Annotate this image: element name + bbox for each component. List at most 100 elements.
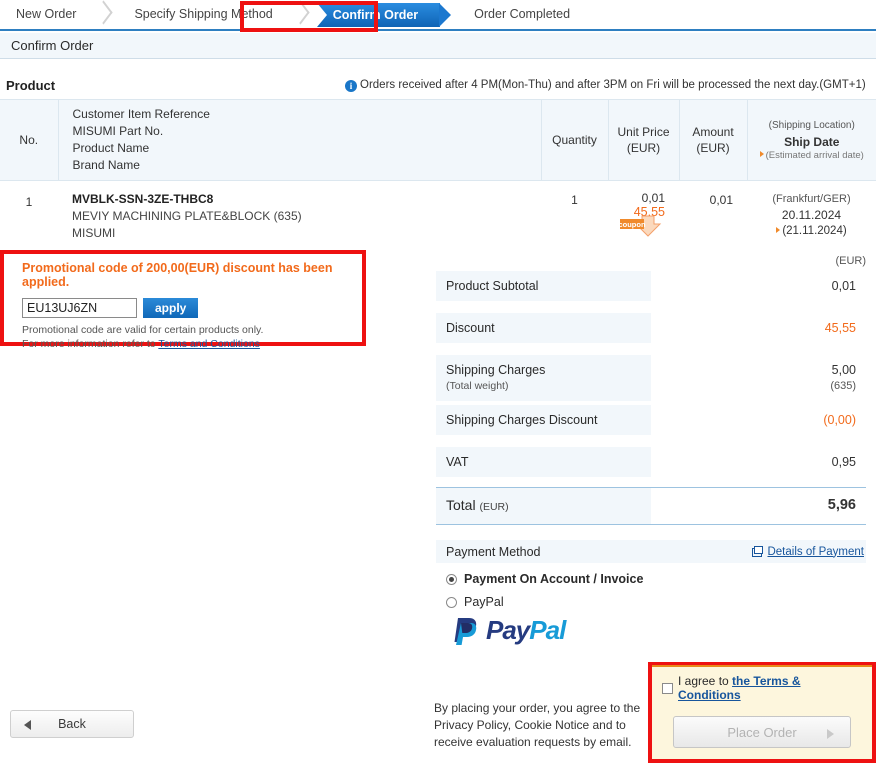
place-order-button[interactable]: Place Order (673, 716, 851, 748)
header-misumi-part-no: MISUMI Part No. (72, 124, 164, 138)
summary-row-vat: VAT 0,95 (436, 447, 866, 477)
step-confirm-order[interactable]: Confirm Order (316, 2, 452, 27)
radio-paypal-icon[interactable] (446, 596, 457, 608)
terms-and-conditions-link[interactable]: Terms and Conditions (158, 338, 260, 350)
summary-value: 0,95 (831, 455, 856, 469)
summary-value: 5,00 (635) (651, 355, 866, 401)
processing-notice: i Orders received after 4 PM(Mon-Thu) and… (345, 79, 866, 92)
summary-value: 0,01 (831, 279, 856, 293)
row-quantity: 1 (571, 193, 578, 207)
summary-row-shipping-charges-discount: Shipping Charges Discount (0,00) (436, 405, 866, 435)
header-unit-price: Unit Price (EUR) (607, 99, 679, 181)
step-label: Confirm Order (332, 7, 419, 22)
summary-sublabel: (Total weight) (446, 380, 509, 392)
row-estimated-arrival-text: (21.11.2024) (782, 225, 847, 237)
summary-currency-header: (EUR) (835, 255, 866, 267)
arrow-right-icon (827, 729, 834, 739)
step-new-order[interactable]: New Order (0, 2, 92, 27)
promo-applied-message: Promotional code of 200,00(EUR) discount… (22, 261, 333, 289)
step-label: Order Completed (474, 7, 571, 21)
row-ship-date-value: 20.11.2024 (781, 208, 842, 222)
back-button-label: Back (58, 717, 86, 731)
summary-row-discount: Discount 45,55 (436, 313, 866, 343)
row-part-no: MVBLK-SSN-3ZE-THBC8 (72, 192, 214, 206)
table-row: 1 MVBLK-SSN-3ZE-THBC8 MEVIY MACHINING PL… (0, 181, 876, 253)
page-title-bar: Confirm Order (0, 33, 876, 59)
summary-row-total: Total (EUR) 5,96 (436, 487, 866, 525)
details-of-payment-link[interactable]: Details of Payment (752, 546, 864, 558)
step-order-completed: Order Completed (458, 2, 586, 27)
summary-value: 45,55 (824, 321, 856, 335)
header-brand-name: Brand Name (72, 158, 140, 172)
summary-label: Shipping Charges (Total weight) (436, 355, 651, 401)
row-unit-price: 0,01 45,55 coupon (99.9%) (608, 181, 679, 253)
header-product-name: Product Name (72, 141, 150, 155)
agree-terms-row[interactable]: I agree to the Terms & Conditions (662, 674, 862, 702)
header-shipping-location: (Shipping Location) (768, 120, 855, 131)
promo-note-prefix: For more information refer to (22, 338, 159, 350)
summary-label-text: Shipping Charges (446, 363, 546, 377)
step-separator-icon (289, 2, 315, 27)
agree-terms-prefix: I agree to (678, 674, 733, 688)
summary-label: VAT (436, 447, 651, 477)
header-ship-date: (Shipping Location) Ship Date (Estimated… (746, 99, 876, 181)
coupon-area: coupon (99.9%) (612, 215, 665, 237)
agree-terms-text: I agree to the Terms & Conditions (678, 674, 862, 702)
coupon-icon: coupon (620, 215, 662, 237)
page-title: Confirm Order (11, 38, 94, 53)
step-specify-shipping-method[interactable]: Specify Shipping Method (118, 2, 288, 27)
summary-label: Shipping Charges Discount (436, 405, 651, 435)
agree-terms-checkbox[interactable] (662, 682, 673, 694)
step-separator-icon (92, 2, 118, 27)
payment-option-invoice[interactable]: Payment On Account / Invoice (436, 572, 866, 586)
row-product-name: MEVIY MACHINING PLATE&BLOCK (635) (72, 209, 302, 223)
paypal-word-pal: Pal (529, 615, 566, 645)
svg-text:coupon: coupon (620, 220, 646, 229)
payment-option-paypal[interactable]: PayPal (436, 595, 866, 609)
paypal-word-pay: Pay (486, 615, 530, 645)
processing-notice-text: Orders received after 4 PM(Mon-Thu) and … (360, 79, 866, 91)
row-unit-price-original: 0,01 (641, 191, 665, 205)
arrow-right-icon (759, 151, 764, 157)
summary-subvalue: (635) (830, 380, 856, 392)
payment-option-paypal-label: PayPal (464, 595, 504, 609)
summary-total-currency: (EUR) (479, 501, 509, 513)
place-order-label: Place Order (727, 724, 797, 740)
order-summary: (EUR) Product Subtotal 0,01 Discount 45,… (436, 255, 866, 525)
terms-and-place-order-panel: I agree to the Terms & Conditions Place … (648, 662, 876, 763)
apply-promo-button[interactable]: apply (143, 298, 199, 318)
row-estimated-arrival: (21.11.2024) (751, 223, 872, 239)
radio-invoice-icon[interactable] (446, 573, 457, 585)
summary-total-value: 5,96 (827, 497, 856, 513)
promo-note: Promotional code are valid for certain p… (22, 323, 362, 351)
back-button[interactable]: Back (10, 710, 134, 738)
step-label: New Order (16, 7, 77, 21)
row-no: 1 (25, 195, 33, 209)
header-no: No. (0, 99, 58, 181)
checkout-steps: New Order Specify Shipping Method Confir… (0, 0, 876, 31)
header-unit-price-currency: (EUR) (626, 141, 661, 155)
details-of-payment-label: Details of Payment (767, 545, 864, 558)
promo-note-line2: For more information refer to Terms and … (22, 337, 362, 351)
header-unit-price-label: Unit Price (617, 125, 670, 139)
row-shipping-location: (Frankfurt/GER) (772, 193, 851, 205)
info-icon: i (345, 80, 357, 92)
product-section-header: Product i Orders received after 4 PM(Mon-… (0, 78, 876, 98)
arrow-left-icon (24, 720, 31, 730)
paypal-wordmark: PayPal (486, 615, 566, 646)
header-ship-date-label: Ship Date (784, 135, 840, 149)
summary-row-shipping-charges: Shipping Charges (Total weight) 5,00 (63… (436, 355, 866, 401)
summary-total-label-text: Total (446, 497, 476, 513)
promo-code-input[interactable] (22, 298, 137, 318)
summary-row-product-subtotal: Product Subtotal 0,01 (436, 271, 866, 301)
product-section-label: Product (6, 78, 56, 93)
paypal-mark-icon (454, 617, 477, 645)
summary-label: Discount (436, 313, 651, 343)
confirm-order-page: New Order Specify Shipping Method Confir… (0, 0, 876, 763)
summary-total-label: Total (EUR) (436, 488, 651, 524)
step-label: Specify Shipping Method (134, 7, 273, 21)
popout-window-icon (752, 546, 764, 557)
header-description: Customer Item Reference MISUMI Part No. … (57, 99, 541, 181)
header-quantity: Quantity (540, 99, 608, 181)
row-description: MVBLK-SSN-3ZE-THBC8 MEVIY MACHINING PLAT… (58, 181, 541, 253)
